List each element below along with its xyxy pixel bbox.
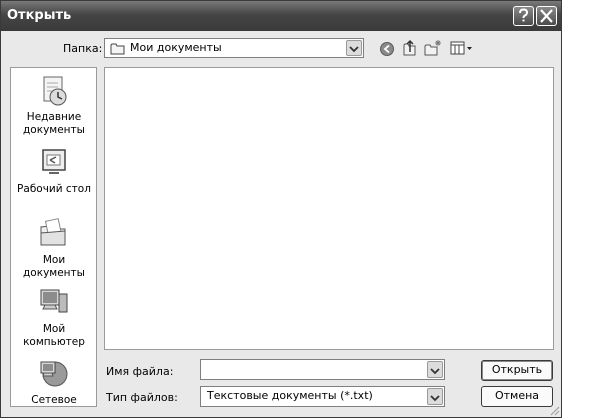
help-icon [519, 8, 529, 22]
recent-documents-icon [43, 76, 67, 106]
folder-dropdown-button[interactable] [346, 40, 362, 56]
help-button[interactable] [513, 6, 534, 26]
place-desktop[interactable]: Рабочий стол [11, 146, 97, 196]
place-my-computer[interactable]: Мой компьютер [11, 286, 97, 349]
up-folder-icon[interactable] [402, 39, 418, 57]
filename-dropdown-button[interactable] [427, 361, 443, 378]
filetype-label: Тип файлов: [106, 391, 178, 404]
resize-grip-icon[interactable] [548, 404, 560, 416]
my-computer-icon [40, 289, 68, 313]
file-list[interactable] [104, 67, 554, 350]
folder-value: Мои документы [130, 41, 222, 54]
chevron-down-icon [430, 368, 440, 375]
place-label: Рабочий стол [17, 183, 91, 195]
chevron-down-icon [349, 46, 359, 53]
open-button[interactable]: Открыть [481, 360, 553, 381]
place-label: Мои документы [23, 254, 85, 279]
filename-label: Имя файла: [106, 365, 174, 378]
filename-input[interactable] [200, 359, 445, 380]
my-documents-icon [40, 218, 66, 246]
folder-icon [110, 43, 125, 55]
folder-combo[interactable]: Мои документы [104, 38, 364, 58]
back-icon[interactable] [379, 41, 395, 57]
close-icon [540, 9, 553, 23]
place-recent-documents[interactable]: Недавние документы [11, 74, 97, 137]
network-icon [40, 361, 68, 387]
place-label: Мой компьютер [23, 323, 85, 348]
new-folder-icon[interactable] [424, 39, 442, 57]
places-bar: Недавние документы Рабочий стол Мои доку… [10, 67, 97, 407]
filetype-dropdown-button[interactable] [427, 388, 443, 405]
view-menu-icon[interactable] [450, 41, 474, 55]
place-network[interactable]: Сетевое [11, 357, 97, 407]
place-label: Недавние документы [23, 111, 85, 136]
desktop-icon [42, 149, 66, 174]
place-my-documents[interactable]: Мои документы [11, 215, 97, 280]
filetype-select[interactable]: Текстовые документы (*.txt) [200, 386, 445, 407]
chevron-down-icon [430, 395, 440, 402]
cancel-button[interactable]: Отмена [481, 386, 553, 407]
place-label: Сетевое [31, 394, 77, 406]
filetype-value: Текстовые документы (*.txt) [207, 389, 373, 402]
window-title: Открыть [7, 8, 72, 23]
title-bar[interactable]: Открыть [1, 1, 561, 31]
folder-label: Папка: [63, 42, 103, 55]
close-button[interactable] [536, 6, 557, 26]
open-file-dialog: Открыть Папка: Мои документы Недавние до… [0, 0, 562, 418]
